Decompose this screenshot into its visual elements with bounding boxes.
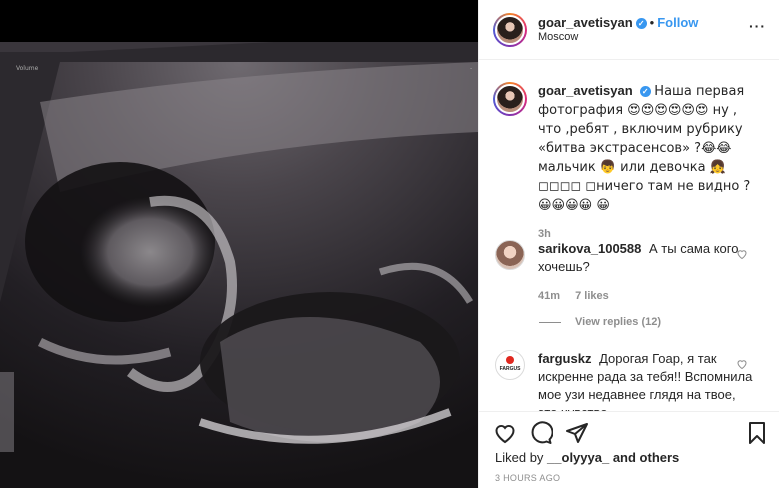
post-location[interactable]: Moscow xyxy=(538,31,578,43)
comment-like-heart-icon[interactable] xyxy=(736,248,748,263)
comments-list[interactable]: goar_avetisyan ✓ Наша первая фотография 😍… xyxy=(479,60,779,411)
ultrasound-image: Volume - xyxy=(0,42,478,488)
post-panel: goar_avetisyan ✓ • Follow Moscow ··· goar_a… xyxy=(478,0,779,488)
share-icon[interactable] xyxy=(565,421,589,445)
view-replies-label: View replies (12) xyxy=(575,316,662,328)
commenter-username[interactable]: farguskz xyxy=(538,351,591,366)
comment-time[interactable]: 41m xyxy=(538,290,560,302)
verified-icon: ✓ xyxy=(639,86,651,97)
caption-time[interactable]: 3h xyxy=(538,228,551,240)
more-options-icon[interactable]: ··· xyxy=(749,18,766,34)
liked-others[interactable]: and others xyxy=(609,450,679,465)
liked-by-text: Liked by __olyyya_ and others xyxy=(495,450,679,465)
separator-dot: • xyxy=(649,15,655,30)
follow-button[interactable]: Follow xyxy=(657,15,698,30)
fargus-logo-text: FARGUS xyxy=(499,366,521,372)
post-timestamp[interactable]: 3 HOURS AGO xyxy=(495,473,560,483)
bookmark-icon[interactable] xyxy=(745,421,769,445)
post-header: goar_avetisyan ✓ • Follow Moscow ··· xyxy=(479,0,779,60)
view-replies-button[interactable]: View replies (12) xyxy=(539,316,661,328)
comment-likes[interactable]: 7 likes xyxy=(575,290,609,302)
caption-avatar[interactable] xyxy=(493,82,527,116)
commenter-username[interactable]: sarikova_100588 xyxy=(538,241,641,256)
liked-by-user[interactable]: __olyyya_ xyxy=(547,450,609,465)
fargus-logo-icon xyxy=(506,356,514,364)
comment-icon[interactable] xyxy=(529,421,554,445)
svg-text:Volume: Volume xyxy=(16,65,39,72)
author-avatar[interactable] xyxy=(493,13,527,47)
post-media[interactable]: Volume - xyxy=(0,0,478,488)
caption-username[interactable]: goar_avetisyan xyxy=(538,83,633,98)
verified-icon: ✓ xyxy=(635,18,647,29)
caption-text: Наша первая фотография 😍😍😍😍😍😍 ну , что ,… xyxy=(538,84,751,213)
heart-icon[interactable] xyxy=(493,421,517,445)
commenter-avatar[interactable]: FARGUS xyxy=(495,350,525,380)
svg-text:-: - xyxy=(470,65,472,72)
post-actions: Liked by __olyyya_ and others 3 HOURS AG… xyxy=(479,411,779,488)
comment-like-heart-icon[interactable] xyxy=(736,358,748,373)
author-username[interactable]: goar_avetisyan xyxy=(538,15,633,30)
liked-prefix: Liked by xyxy=(495,450,548,465)
replies-line xyxy=(539,321,561,323)
ultrasound-photo[interactable]: Volume - xyxy=(0,42,478,488)
commenter-avatar[interactable] xyxy=(495,240,525,270)
